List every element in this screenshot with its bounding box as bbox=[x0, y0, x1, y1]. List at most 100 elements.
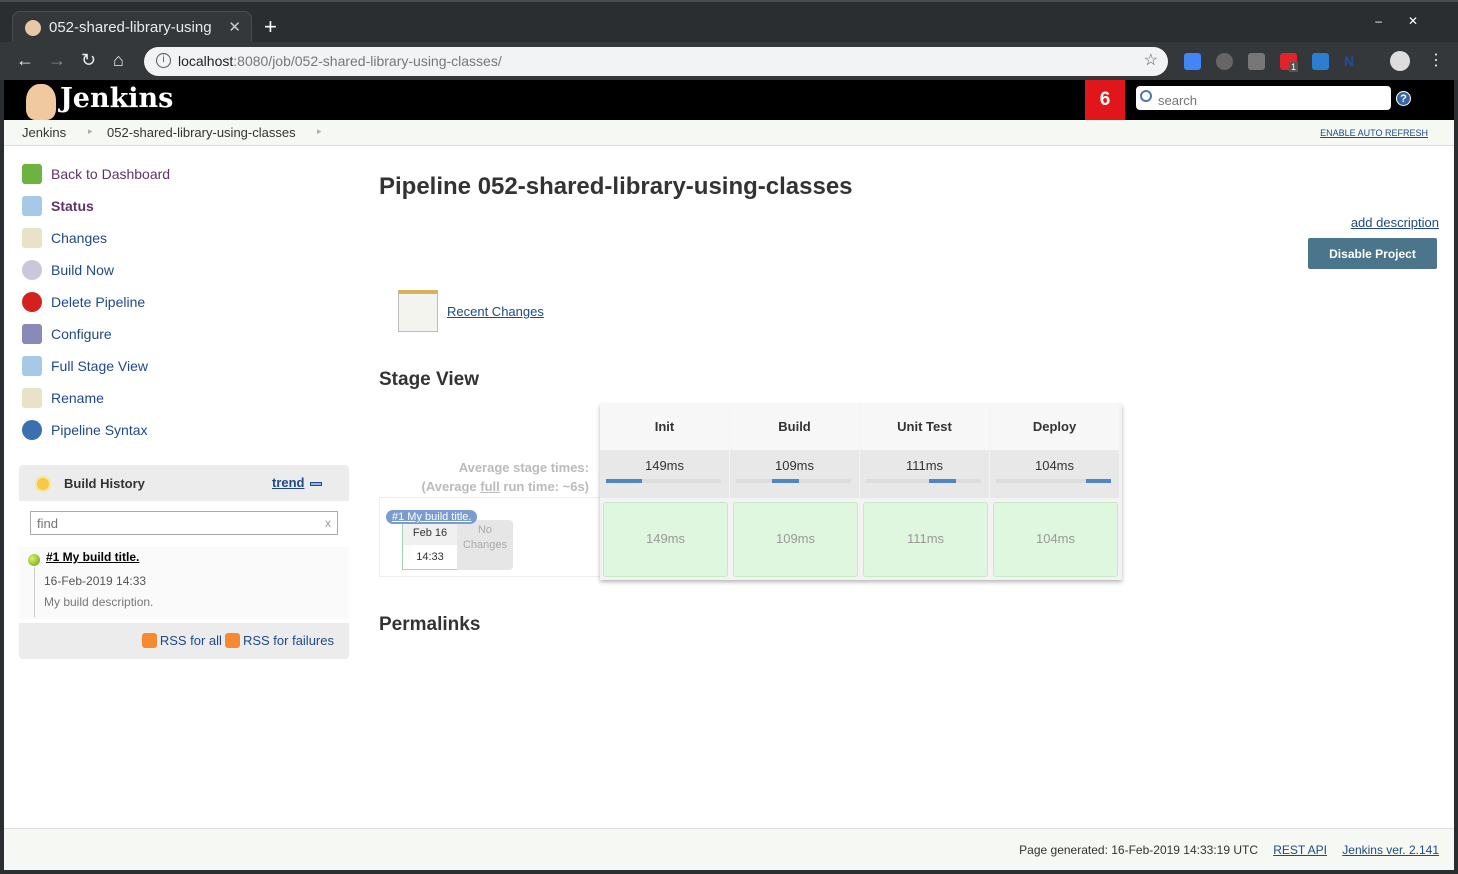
home-icon[interactable]: ⌂ bbox=[113, 50, 124, 71]
stage-cell-success[interactable]: 104ms bbox=[993, 502, 1118, 577]
enable-auto-refresh-link[interactable]: ENABLE AUTO REFRESH bbox=[1320, 128, 1428, 138]
stage-header: Init bbox=[600, 404, 729, 450]
profile-avatar-icon[interactable] bbox=[1390, 51, 1410, 71]
rss-failures-link[interactable]: RSS for failures bbox=[243, 633, 334, 648]
sidebar-item-label: Build Now bbox=[51, 262, 115, 278]
add-description-link[interactable]: add description bbox=[1351, 215, 1439, 230]
url-path: :8080/job/052-shared-library-using-class… bbox=[233, 53, 502, 69]
stage-cell-success[interactable]: 149ms bbox=[603, 502, 728, 577]
stage-time-bar bbox=[996, 479, 1111, 483]
sidebar-item-configure[interactable]: Configure bbox=[22, 322, 112, 346]
no-entry-icon bbox=[22, 292, 42, 312]
sidebar-item-label: Changes bbox=[51, 230, 108, 246]
address-bar[interactable]: i localhost:8080/job/052-shared-library-… bbox=[144, 47, 1168, 76]
notification-badge[interactable]: 6 bbox=[1085, 80, 1125, 120]
sidebar-item-build-now[interactable]: Build Now bbox=[22, 258, 114, 282]
bookmark-star-icon[interactable]: ☆ bbox=[1144, 50, 1158, 70]
page-generated: Page generated: 16-Feb-2019 14:33:19 UTC bbox=[1019, 843, 1258, 857]
sidebar-item-changes[interactable]: Changes bbox=[22, 226, 107, 250]
permalinks-title: Permalinks bbox=[379, 614, 481, 635]
translate-extension-icon[interactable] bbox=[1184, 53, 1201, 70]
sidebar-item-back-to-dashboard[interactable]: Back to Dashboard bbox=[22, 162, 170, 186]
jenkins-version-link[interactable]: Jenkins ver. 2.141 bbox=[1342, 843, 1439, 857]
sidebar-item-status[interactable]: Status bbox=[22, 194, 94, 218]
stage-header: Deploy bbox=[990, 404, 1119, 450]
sidebar-item-label: Pipeline Syntax bbox=[51, 422, 148, 438]
success-ball-icon bbox=[28, 554, 40, 566]
full-run-link[interactable]: full bbox=[480, 479, 500, 494]
close-tab-icon[interactable]: ✕ bbox=[228, 18, 241, 36]
sidebar-item-full-stage-view[interactable]: Full Stage View bbox=[22, 354, 148, 378]
breadcrumb-chevron-icon[interactable]: ▸ bbox=[317, 126, 322, 137]
average-times-label: Average stage times: (Average full run t… bbox=[379, 458, 590, 496]
stage-cell-success[interactable]: 111ms bbox=[863, 502, 988, 577]
rest-api-link[interactable]: REST API bbox=[1273, 843, 1327, 857]
privacy-extension-icon[interactable] bbox=[1312, 53, 1329, 70]
disable-project-button[interactable]: Disable Project bbox=[1308, 238, 1437, 269]
browser-tab[interactable]: 052-shared-library-using ✕ bbox=[12, 11, 252, 45]
sidebar-item-label: Status bbox=[51, 198, 94, 214]
menu-kebab-icon[interactable]: ⋮ bbox=[1428, 50, 1444, 70]
sidebar-item-label: Back to Dashboard bbox=[51, 166, 171, 182]
up-arrow-icon bbox=[22, 164, 42, 184]
build-history-title: Build History bbox=[64, 476, 145, 491]
breadcrumb-chevron-icon[interactable]: ▸ bbox=[88, 126, 93, 137]
stage-average-time: 149ms bbox=[644, 458, 685, 473]
back-icon[interactable]: ← bbox=[16, 50, 34, 71]
recent-changes-link[interactable]: Recent Changes bbox=[447, 304, 544, 319]
info-icon[interactable]: i bbox=[156, 53, 171, 68]
stage-average: 111ms bbox=[860, 450, 989, 498]
reload-icon[interactable]: ↻ bbox=[81, 50, 96, 71]
stage-grid: Init 149ms 149ms Build 109ms 109ms Unit Test 11… bbox=[600, 404, 1122, 580]
footer: Page generated: 16-Feb-2019 14:33:19 UTC… bbox=[4, 828, 1454, 870]
help-icon bbox=[22, 420, 42, 440]
clear-find-button[interactable]: x bbox=[325, 516, 331, 530]
sidebar-item-delete-pipeline[interactable]: Delete Pipeline bbox=[22, 290, 145, 314]
collapse-icon[interactable] bbox=[310, 482, 322, 486]
sidebar-item-rename[interactable]: Rename bbox=[22, 386, 104, 410]
pocket-extension-icon[interactable] bbox=[1216, 53, 1233, 70]
trend-link[interactable]: trend bbox=[272, 475, 305, 490]
new-tab-icon[interactable]: + bbox=[264, 14, 277, 40]
ublock-extension-icon[interactable] bbox=[1248, 53, 1265, 70]
stage-header: Build bbox=[730, 404, 859, 450]
jenkins-butler-logo-icon[interactable] bbox=[26, 84, 56, 120]
stage-average-time: 111ms bbox=[905, 458, 944, 473]
forward-icon[interactable]: → bbox=[48, 50, 66, 71]
find-input[interactable] bbox=[30, 511, 338, 535]
n-extension-icon[interactable]: N bbox=[1344, 53, 1361, 70]
avg-full-suffix: run time: ~6s) bbox=[499, 479, 589, 494]
stage-column: Deploy 104ms 104ms bbox=[990, 404, 1120, 580]
stage-time-fill bbox=[928, 479, 956, 483]
lastpass-extension-icon[interactable]: 1 bbox=[1280, 53, 1299, 72]
stage-time-fill bbox=[606, 479, 643, 483]
help-icon[interactable]: ? bbox=[1396, 91, 1411, 106]
search-input[interactable] bbox=[1136, 86, 1391, 110]
stage-average: 109ms bbox=[730, 450, 859, 498]
jenkins-logo-text[interactable]: Jenkins bbox=[60, 83, 173, 114]
rss-icon bbox=[141, 633, 157, 648]
stage-column: Build 109ms 109ms bbox=[730, 404, 860, 580]
stage-average-time: 104ms bbox=[1034, 458, 1075, 473]
jenkins-header: Jenkins 6 ? bbox=[4, 80, 1454, 120]
window-controls[interactable]: –✕ bbox=[1375, 14, 1444, 28]
build-description: My build description. bbox=[44, 595, 154, 609]
run-label-link[interactable]: #1 My build title. bbox=[386, 510, 478, 524]
breadcrumb-jenkins[interactable]: Jenkins bbox=[22, 125, 66, 140]
magnifier-icon bbox=[22, 196, 42, 216]
sidebar-item-pipeline-syntax[interactable]: Pipeline Syntax bbox=[22, 418, 148, 442]
breadcrumb-job[interactable]: 052-shared-library-using-classes bbox=[107, 125, 296, 140]
extension-badge: 1 bbox=[1289, 62, 1299, 72]
timeline-line bbox=[34, 567, 35, 617]
build-history-entry: #1 My build title. 16-Feb-2019 14:33 My … bbox=[19, 547, 349, 619]
run-time: 14:33 bbox=[416, 551, 444, 563]
stage-column: Unit Test 111ms 111ms bbox=[860, 404, 990, 580]
sun-weather-icon bbox=[37, 478, 49, 490]
rss-all-link[interactable]: RSS for all bbox=[160, 633, 222, 648]
jenkins-page: Jenkins 6 ? Jenkins ▸ 052-shared-library… bbox=[4, 80, 1454, 870]
stage-cell-success[interactable]: 109ms bbox=[733, 502, 858, 577]
build-history-panel: Build History trend x #1 My build title.… bbox=[19, 465, 349, 659]
page-title: Pipeline 052-shared-library-using-classe… bbox=[379, 173, 853, 200]
build-link[interactable]: #1 My build title. bbox=[46, 550, 139, 564]
avg-full-prefix: (Average bbox=[421, 479, 481, 494]
